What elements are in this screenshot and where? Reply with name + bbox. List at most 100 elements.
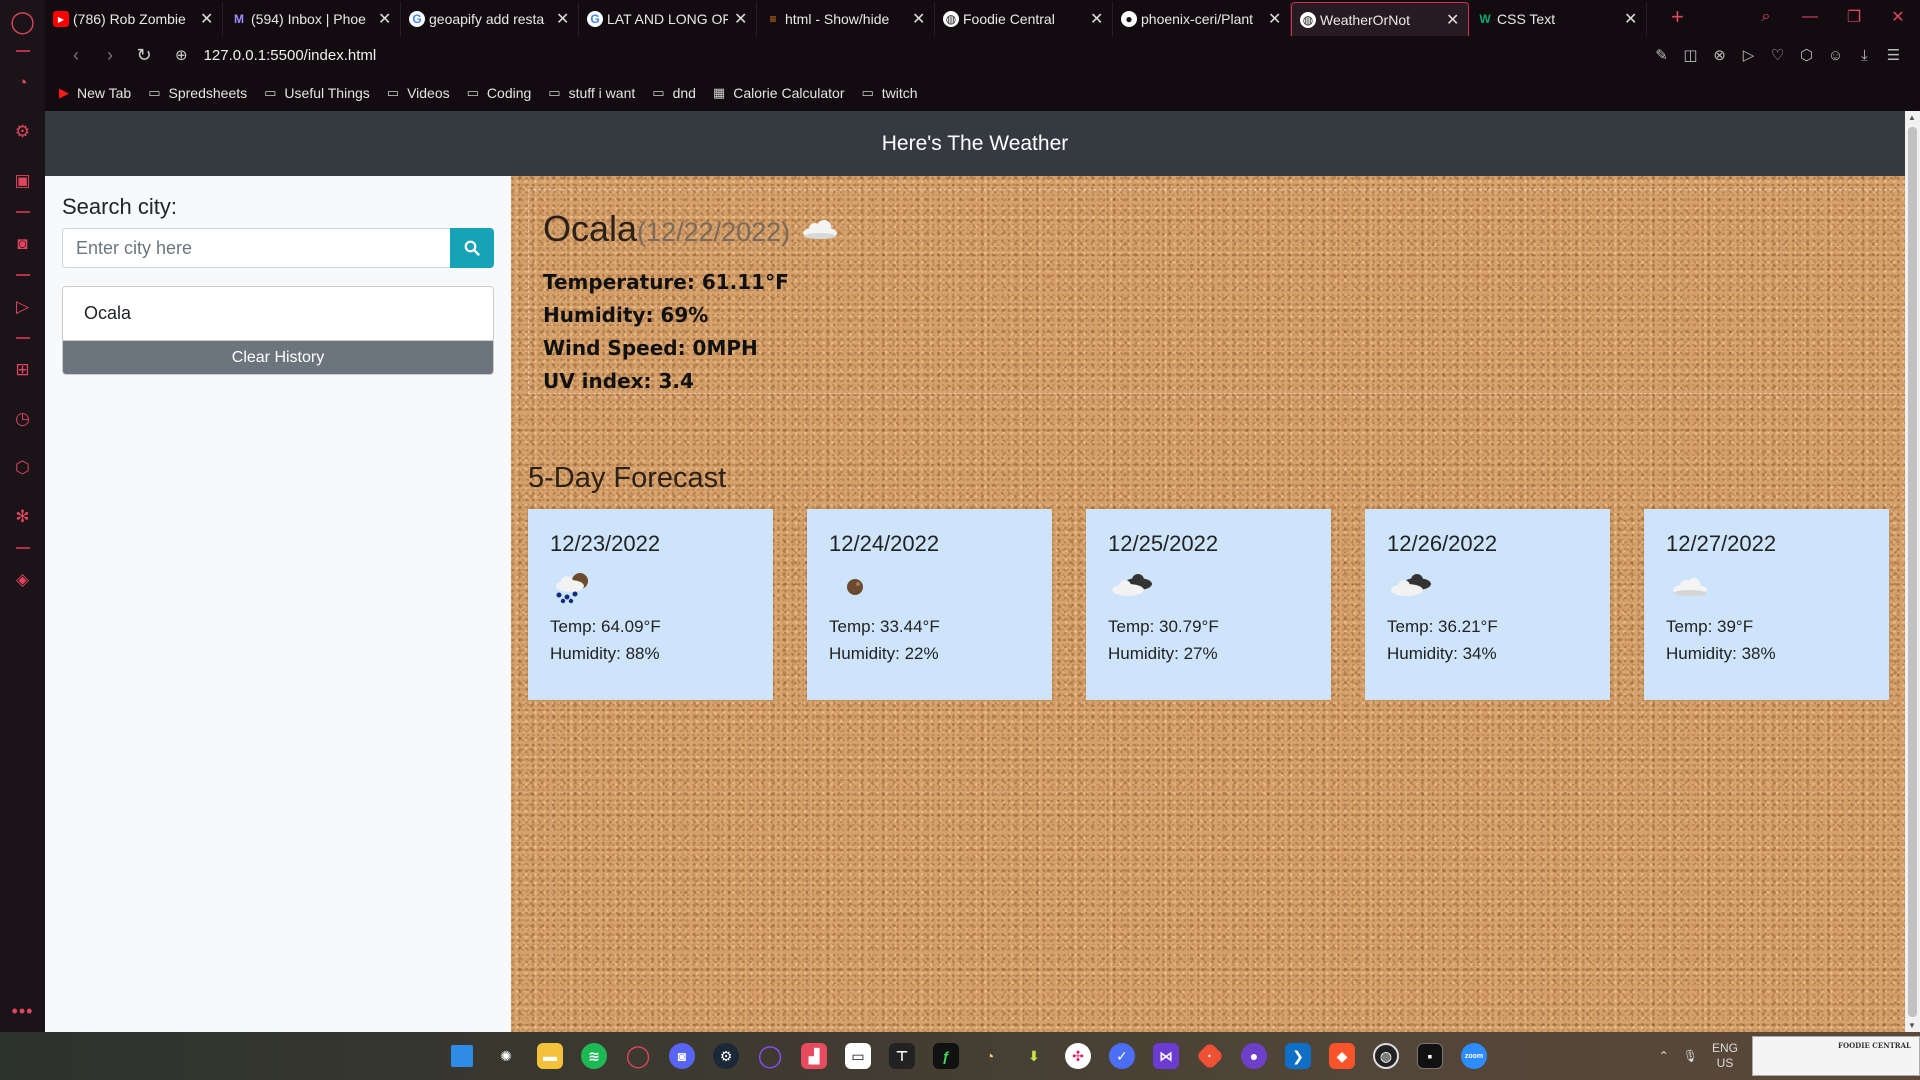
opera-gx-icon[interactable]: ◯ xyxy=(616,1032,660,1080)
bookmark-folder[interactable]: ▭ Coding xyxy=(467,85,532,101)
scroll-down-icon[interactable]: ▼ xyxy=(1908,1021,1916,1030)
search-button[interactable] xyxy=(450,228,494,268)
check-app-icon[interactable]: ✓ xyxy=(1100,1032,1144,1080)
close-tab-icon[interactable]: ✕ xyxy=(1624,9,1638,29)
browser-tab[interactable]: ▶ (786) Rob Zombie ✕ xyxy=(45,2,223,36)
terminal-app-icon[interactable]: ƒ xyxy=(924,1032,968,1080)
forecast-temp: Temp: 36.21°F xyxy=(1387,617,1498,636)
zoom-icon[interactable]: zoom xyxy=(1452,1032,1496,1080)
heart-icon[interactable]: ♡ xyxy=(1763,46,1792,64)
settings-gear-icon[interactable]: ✻ xyxy=(0,492,45,541)
close-tab-icon[interactable]: ✕ xyxy=(734,9,748,29)
download-icon[interactable]: ⤓ xyxy=(1850,47,1879,64)
github-desktop-icon[interactable]: ● xyxy=(1232,1032,1276,1080)
send-icon[interactable]: ▷ xyxy=(1734,46,1763,64)
bookmark-folder[interactable]: ▭ twitch xyxy=(862,85,918,101)
cube-icon[interactable]: ⬡ xyxy=(1792,46,1821,64)
url-field[interactable]: 127.0.0.1:5500/index.html xyxy=(204,47,377,64)
history-item[interactable]: Ocala xyxy=(63,287,493,341)
twitch-icon[interactable]: ▣ xyxy=(0,156,45,205)
close-tab-icon[interactable]: ✕ xyxy=(1090,9,1104,29)
visual-studio-icon[interactable]: ⋈ xyxy=(1144,1032,1188,1080)
bookmark-folder[interactable]: ▭ Videos xyxy=(387,85,450,101)
obs-icon[interactable]: ◍ xyxy=(1364,1032,1408,1080)
chevron-up-icon[interactable]: ⌃ xyxy=(1659,1049,1669,1063)
browser-tab[interactable]: G geoapify add resta ✕ xyxy=(401,2,579,36)
browser-tab-active[interactable]: ◍ WeatherOrNot ✕ xyxy=(1291,2,1469,36)
bookmark-calorie-calculator[interactable]: ▦ Calorie Calculator xyxy=(713,85,845,101)
speed-dial-icon[interactable]: ◔ xyxy=(0,58,45,107)
minimize-icon[interactable]: — xyxy=(1788,8,1832,26)
file-explorer-icon[interactable]: ▬ xyxy=(528,1032,572,1080)
reload-icon[interactable]: ↻ xyxy=(127,45,161,66)
epic-games-icon[interactable]: ⊤ xyxy=(880,1032,924,1080)
microphone-icon[interactable]: 🎙 xyxy=(1683,1049,1698,1063)
bookmark-folder[interactable]: ▭ stuff i want xyxy=(548,85,635,101)
close-tab-icon[interactable]: ✕ xyxy=(912,9,926,29)
profile-icon[interactable]: ☺ xyxy=(1821,47,1850,64)
close-tab-icon[interactable]: ✕ xyxy=(1446,10,1460,30)
spotify-icon[interactable]: ≋ xyxy=(572,1032,616,1080)
game-launcher-icon[interactable]: ▟ xyxy=(792,1032,836,1080)
scroll-up-icon[interactable]: ▲ xyxy=(1908,113,1916,122)
new-tab-icon[interactable]: + xyxy=(1671,4,1684,30)
discord-icon[interactable]: ◙ xyxy=(660,1032,704,1080)
download-arrow-icon[interactable]: ⬇ xyxy=(1012,1032,1056,1080)
browser-tab[interactable]: ◍ Foodie Central ✕ xyxy=(935,2,1113,36)
back-icon[interactable]: ‹ xyxy=(59,45,93,66)
scrollbar-thumb[interactable] xyxy=(1908,127,1917,1017)
adblock-icon[interactable]: ⊗ xyxy=(1705,46,1734,64)
extensions-icon[interactable]: ⬡ xyxy=(0,443,45,492)
slack-icon[interactable]: ✣ xyxy=(1056,1032,1100,1080)
opera-logo-icon[interactable]: ◯ xyxy=(10,0,35,44)
oculus-icon[interactable]: ▭ xyxy=(836,1032,880,1080)
language-indicator[interactable]: ENG US xyxy=(1712,1041,1738,1071)
restore-icon[interactable]: ❐ xyxy=(1832,7,1876,27)
close-tab-icon[interactable]: ✕ xyxy=(200,9,214,29)
steelseries-icon[interactable]: ✺ xyxy=(484,1032,528,1080)
tab-search-icon[interactable]: ⌕ xyxy=(1744,8,1788,26)
search-history: Ocala Clear History xyxy=(62,286,494,375)
rain-cloud-icon xyxy=(550,561,751,613)
history-icon[interactable]: ◷ xyxy=(0,394,45,443)
robot-icon[interactable]: ⚙ xyxy=(0,107,45,156)
city-search-input[interactable] xyxy=(62,228,450,268)
close-tab-icon[interactable]: ✕ xyxy=(556,9,570,29)
sticky-app-icon[interactable]: ◔ xyxy=(968,1032,1012,1080)
more-options-icon[interactable]: ••• xyxy=(12,1001,34,1022)
snapshot-icon[interactable]: ◫ xyxy=(1676,46,1705,64)
close-tab-icon[interactable]: ✕ xyxy=(378,9,392,29)
ublock-icon[interactable]: ◈ xyxy=(0,555,45,604)
easy-setup-icon[interactable]: ☰ xyxy=(1879,46,1908,64)
site-info-icon[interactable]: ⊕ xyxy=(175,46,188,64)
git-icon[interactable]: · xyxy=(1188,1032,1232,1080)
close-tab-icon[interactable]: ✕ xyxy=(1268,9,1282,29)
browser-tab[interactable]: ≡ html - Show/hide ✕ xyxy=(757,2,935,36)
browser-tab[interactable]: G LAT AND LONG OF ✕ xyxy=(579,2,757,36)
workspaces-icon[interactable]: ⊞ xyxy=(0,345,45,394)
clear-history-button[interactable]: Clear History xyxy=(63,341,493,374)
page-body: Search city: Ocala Clear History Ocala (… xyxy=(45,176,1905,1032)
browser-tab[interactable]: W CSS Text ✕ xyxy=(1469,2,1647,36)
brave-icon[interactable]: ◆ xyxy=(1320,1032,1364,1080)
steam-icon[interactable]: ⚙ xyxy=(704,1032,748,1080)
discord-icon[interactable]: ◙ xyxy=(0,219,45,268)
bookmark-folder[interactable]: ▭ Useful Things xyxy=(264,85,370,101)
bookmark-folder[interactable]: ▭ Spredsheets xyxy=(148,85,247,101)
youtube-icon: ▶ xyxy=(59,84,69,100)
window-preview-thumbnail[interactable]: FOODIE CENTRAL xyxy=(1752,1036,1920,1076)
browser-tab[interactable]: M (594) Inbox | Phoe ✕ xyxy=(223,2,401,36)
browser-tab[interactable]: ● phoenix-ceri/Plant ✕ xyxy=(1113,2,1291,36)
vscode-icon[interactable]: ❯ xyxy=(1276,1032,1320,1080)
forward-icon[interactable]: › xyxy=(93,45,127,66)
tab-title: Foodie Central xyxy=(963,11,1055,27)
bookmark-folder[interactable]: ▭ dnd xyxy=(652,85,696,101)
player-icon[interactable]: ▷ xyxy=(0,282,45,331)
command-prompt-icon[interactable]: ▪ xyxy=(1408,1032,1452,1080)
page-scrollbar[interactable]: ▲ ▼ xyxy=(1905,111,1920,1032)
bookmark-new-tab[interactable]: ▶ New Tab xyxy=(59,85,131,101)
edit-icon[interactable]: ✎ xyxy=(1647,46,1676,64)
start-windows-icon[interactable] xyxy=(440,1032,484,1080)
close-window-icon[interactable]: ✕ xyxy=(1876,7,1920,27)
cortana-icon[interactable]: ◯ xyxy=(748,1032,792,1080)
